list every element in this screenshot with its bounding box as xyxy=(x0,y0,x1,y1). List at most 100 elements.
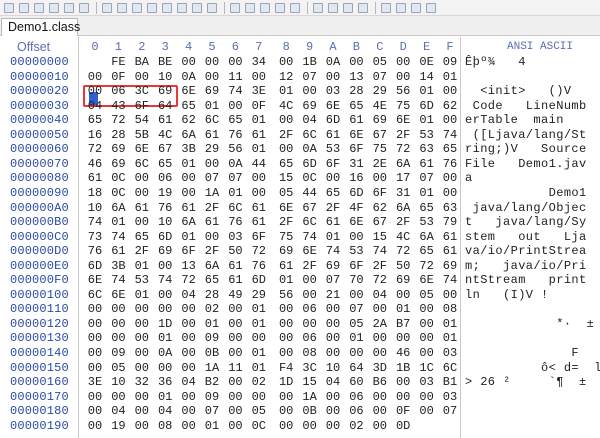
hex-byte[interactable]: 07 xyxy=(348,302,364,317)
hex-byte[interactable]: 01 xyxy=(325,230,341,245)
hex-byte[interactable]: 6F xyxy=(325,157,341,172)
hex-byte[interactable]: 11 xyxy=(227,361,243,376)
hex-byte[interactable]: 00 xyxy=(395,288,411,303)
hex-byte[interactable]: 00 xyxy=(251,171,267,186)
hex-byte[interactable]: F4 xyxy=(278,361,294,376)
hex-byte[interactable]: 14 xyxy=(419,70,435,85)
hex-byte[interactable]: 00 xyxy=(87,317,103,332)
hex-byte[interactable]: 00 xyxy=(134,171,150,186)
hex-byte[interactable]: 72 xyxy=(395,142,411,157)
hex-byte[interactable]: 67 xyxy=(372,128,388,143)
hex-byte[interactable]: 07 xyxy=(204,171,220,186)
properties-icon[interactable] xyxy=(64,3,74,13)
hex-byte[interactable]: 72 xyxy=(419,259,435,274)
hex-byte[interactable]: 00 xyxy=(134,317,150,332)
hex-byte[interactable]: 6F xyxy=(181,244,197,259)
paste-special-icon[interactable] xyxy=(162,3,172,13)
hex-byte[interactable]: 43 xyxy=(110,99,126,114)
hex-byte[interactable]: 62 xyxy=(372,201,388,216)
hex-byte[interactable]: 01 xyxy=(181,157,197,172)
hex-byte[interactable]: 6F xyxy=(348,142,364,157)
hex-byte[interactable]: 63 xyxy=(442,201,458,216)
hex-byte[interactable]: 69 xyxy=(325,259,341,274)
hex-byte[interactable]: 6C xyxy=(302,128,318,143)
hex-byte[interactable]: 06 xyxy=(157,171,173,186)
hex-byte[interactable]: 28 xyxy=(348,84,364,99)
hex-byte[interactable]: 2F xyxy=(302,259,318,274)
hex-byte[interactable]: 69 xyxy=(110,157,126,172)
hex-byte[interactable]: 00 xyxy=(110,390,126,405)
hex-byte[interactable]: 6D xyxy=(157,230,173,245)
hex-editor-pane[interactable]: Offset 0123456789ABCDEF ANSI ASCII 00000… xyxy=(0,37,600,438)
hex-byte[interactable]: 3B xyxy=(110,259,126,274)
hex-byte[interactable]: 04 xyxy=(302,113,318,128)
row-ansi-text[interactable]: Code LineNumb xyxy=(465,99,587,114)
hex-byte[interactable]: 00 xyxy=(442,288,458,303)
hex-byte[interactable]: 07 xyxy=(442,404,458,419)
hex-byte[interactable]: 65 xyxy=(348,99,364,114)
hex-byte[interactable]: 06 xyxy=(110,84,126,99)
hex-byte[interactable]: 06 xyxy=(348,390,364,405)
hex-byte[interactable]: 02 xyxy=(251,375,267,390)
hex-byte[interactable]: 01 xyxy=(251,142,267,157)
hex-byte[interactable]: BE xyxy=(157,55,173,70)
hex-byte[interactable]: 61 xyxy=(419,157,435,172)
hex-byte[interactable]: 07 xyxy=(227,171,243,186)
hex-byte[interactable]: 05 xyxy=(278,186,294,201)
hex-byte[interactable]: 6E xyxy=(302,244,318,259)
hex-byte[interactable]: 13 xyxy=(348,70,364,85)
hex-byte[interactable]: 01 xyxy=(419,186,435,201)
hex-byte[interactable]: 04 xyxy=(157,404,173,419)
hex-byte[interactable]: 49 xyxy=(227,288,243,303)
hex-byte[interactable]: 04 xyxy=(110,404,126,419)
row-ansi-text[interactable]: java/lang/Objec xyxy=(465,201,587,216)
hex-byte[interactable]: 1D xyxy=(157,317,173,332)
hex-byte[interactable]: 28 xyxy=(110,128,126,143)
hex-byte[interactable]: 08 xyxy=(302,346,318,361)
hex-byte[interactable]: 65 xyxy=(134,230,150,245)
save-icon[interactable] xyxy=(34,3,44,13)
hex-byte[interactable]: 16 xyxy=(87,128,103,143)
hex-byte[interactable]: 00 xyxy=(134,419,150,434)
hex-byte[interactable]: 19 xyxy=(110,419,126,434)
hex-byte[interactable]: 00 xyxy=(419,346,435,361)
row-ansi-text[interactable]: > 26 ² `¶ ± xyxy=(465,375,587,390)
hex-byte[interactable]: 6E xyxy=(87,273,103,288)
hex-byte[interactable]: 2F xyxy=(278,215,294,230)
hex-byte[interactable]: 07 xyxy=(325,273,341,288)
hex-byte[interactable]: 01 xyxy=(419,84,435,99)
hex-byte[interactable]: 04 xyxy=(181,288,197,303)
hex-byte[interactable]: 00 xyxy=(325,317,341,332)
hex-byte[interactable]: 0A xyxy=(325,55,341,70)
hex-byte[interactable]: 03 xyxy=(419,375,435,390)
hex-byte[interactable]: 07 xyxy=(372,70,388,85)
hex-byte[interactable]: 00 xyxy=(227,404,243,419)
row-ansi-text[interactable]: ln (I)V ! xyxy=(465,288,549,303)
hex-byte[interactable]: 44 xyxy=(251,157,267,172)
hex-byte[interactable]: 6E xyxy=(110,288,126,303)
hex-byte[interactable]: 61 xyxy=(348,113,364,128)
hex-byte[interactable]: 00 xyxy=(181,331,197,346)
hex-byte[interactable]: 00 xyxy=(87,390,103,405)
hex-byte[interactable]: 6D xyxy=(251,273,267,288)
hex-byte[interactable]: 6F xyxy=(251,230,267,245)
hex-byte[interactable]: 04 xyxy=(372,288,388,303)
row-ansi-text[interactable]: F xyxy=(465,346,579,361)
hex-byte[interactable]: 00 xyxy=(157,259,173,274)
hex-byte[interactable]: 6A xyxy=(395,201,411,216)
hex-byte[interactable]: 00 xyxy=(395,55,411,70)
hex-byte[interactable]: 6D xyxy=(325,113,341,128)
hex-byte[interactable]: 6C xyxy=(442,361,458,376)
hex-byte[interactable]: 1A xyxy=(302,390,318,405)
hex-byte[interactable]: 00 xyxy=(87,70,103,85)
row-ansi-text[interactable]: *· ± xyxy=(465,317,594,332)
hex-byte[interactable]: 00 xyxy=(251,70,267,85)
hex-byte[interactable]: 65 xyxy=(204,273,220,288)
hex-byte[interactable]: 00 xyxy=(87,404,103,419)
hex-byte[interactable]: 61 xyxy=(251,128,267,143)
hex-byte[interactable]: 61 xyxy=(227,259,243,274)
hex-byte[interactable]: 17 xyxy=(395,171,411,186)
hex-byte[interactable]: 00 xyxy=(348,346,364,361)
hex-byte[interactable]: 00 xyxy=(325,70,341,85)
hex-byte[interactable]: 69 xyxy=(442,259,458,274)
